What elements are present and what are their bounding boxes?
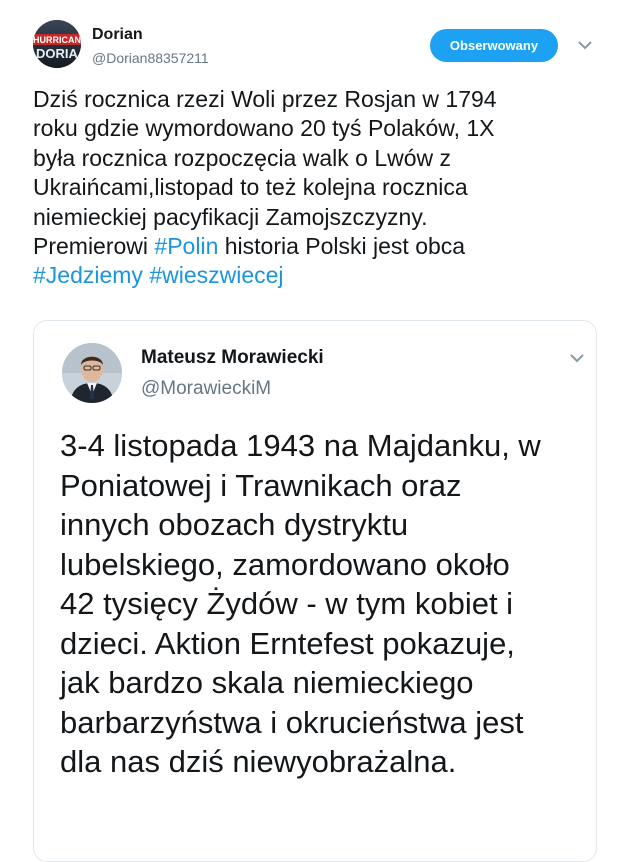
tweet-text-line: niemieckiej pacyfikacji Zamojszczyzny.: [33, 203, 428, 230]
quoted-tweet-card[interactable]: Mateusz Morawiecki @MorawieckiM 3-4 list…: [33, 320, 597, 862]
hashtag-wieszwiecej-link[interactable]: #wieszwiecej: [149, 262, 283, 288]
quoted-author-avatar[interactable]: [62, 343, 122, 403]
quoted-tweet-menu-button[interactable]: [568, 351, 586, 365]
author-avatar[interactable]: HURRICAN DORIA: [33, 20, 81, 68]
hashtag-polin-link[interactable]: #Polin: [154, 233, 218, 259]
tweet-text-line-prefix: Premierowi: [33, 233, 155, 260]
hashtag-jedziemy-link[interactable]: #Jedziemy: [33, 262, 143, 288]
author-handle[interactable]: @Dorian88357211: [92, 50, 209, 66]
tweet: HURRICAN DORIA Dorian @Dorian88357211 Ob…: [0, 0, 628, 862]
author-name[interactable]: Dorian: [92, 26, 143, 44]
person-avatar-icon: [62, 343, 122, 403]
quoted-author-name[interactable]: Mateusz Morawiecki: [141, 347, 324, 369]
tweet-text-line: Ukraińcami,listopad to też kolejna roczn…: [33, 174, 468, 201]
tweet-menu-button[interactable]: [576, 38, 594, 52]
following-button[interactable]: Obserwowany: [430, 29, 558, 62]
svg-text:HURRICAN: HURRICAN: [33, 35, 81, 45]
tweet-text-line: była rocznica rozpoczęcia walk o Lwów z: [33, 144, 452, 171]
tweet-text-line: roku gdzie wymordowano 20 tyś Polaków, 1…: [33, 115, 495, 142]
tweet-text-line-suffix: historia Polski jest obca: [218, 233, 466, 260]
hurricane-logo-icon: HURRICAN DORIA: [33, 20, 81, 68]
quoted-author-handle[interactable]: @MorawieckiM: [141, 378, 271, 400]
chevron-down-icon: [578, 41, 592, 50]
tweet-text: Dziś rocznica rzezi Woli przez Rosjan w …: [33, 85, 598, 291]
chevron-down-icon: [570, 354, 584, 363]
tweet-text-line: Dziś rocznica rzezi Woli przez Rosjan w …: [33, 86, 497, 112]
svg-text:DORIA: DORIA: [36, 46, 79, 61]
quoted-tweet-text: 3-4 listopada 1943 na Majdanku, w Poniat…: [60, 428, 541, 779]
